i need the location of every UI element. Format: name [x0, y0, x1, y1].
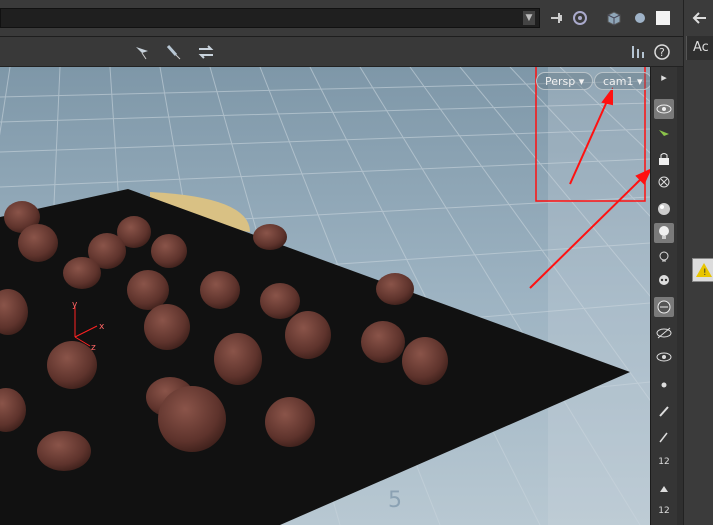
point-icon[interactable]: [654, 375, 674, 395]
axis-x-label: x: [99, 322, 105, 332]
number-display-a[interactable]: 12: [654, 452, 674, 472]
panel-tab[interactable]: Ac: [686, 36, 713, 60]
camera-view-icon[interactable]: [654, 347, 674, 367]
help-icon[interactable]: ?: [652, 43, 672, 61]
axis-z-label: z: [91, 343, 96, 353]
move-tool-icon[interactable]: [164, 43, 184, 61]
network-path-dropdown[interactable]: ▼: [0, 8, 540, 28]
svg-text:?: ?: [659, 46, 665, 59]
headlight-icon[interactable]: [654, 247, 674, 267]
light-icon[interactable]: [654, 223, 674, 243]
pin-icon[interactable]: [548, 8, 568, 28]
camera-button[interactable]: cam1 ▾: [594, 72, 650, 90]
light-off-icon[interactable]: [654, 173, 674, 193]
cube-icon[interactable]: [603, 8, 625, 28]
eye-icon[interactable]: [654, 99, 674, 119]
number-display-b[interactable]: 12: [654, 501, 674, 521]
scene-render: y x z 5: [0, 67, 650, 525]
pen-icon[interactable]: [654, 427, 674, 447]
transform-tool-icon[interactable]: [196, 43, 216, 61]
square-icon[interactable]: [653, 8, 673, 28]
visibility-icon[interactable]: [654, 323, 674, 343]
viewport-sidebar: ▸ 12 12: [650, 67, 677, 525]
right-panel: Ac !: [683, 0, 713, 525]
panel-divider[interactable]: [676, 67, 683, 525]
scene-viewport[interactable]: y x z 5 Persp ▾ cam1 ▾: [0, 67, 650, 525]
render-sphere-icon[interactable]: [654, 297, 674, 317]
warning-icon[interactable]: !: [692, 258, 713, 282]
target-icon[interactable]: [570, 8, 590, 28]
chevron-down-icon[interactable]: ▼: [523, 11, 535, 25]
back-arrow-icon[interactable]: [690, 8, 710, 28]
lock-icon[interactable]: [654, 149, 674, 169]
grid-number: 5: [388, 488, 402, 513]
top-bar: ▼: [0, 0, 713, 37]
select-tool-icon[interactable]: [132, 43, 152, 61]
select-mode-icon[interactable]: [654, 125, 674, 145]
svg-text:!: !: [703, 268, 707, 278]
sphere-icon[interactable]: [630, 8, 650, 28]
paint-icon[interactable]: [654, 477, 674, 497]
menu-arrow-icon[interactable]: ▸: [654, 67, 674, 87]
brush-icon[interactable]: [654, 401, 674, 421]
viewport-toolbar: ?: [0, 37, 683, 67]
projection-button[interactable]: Persp ▾: [536, 72, 594, 90]
axis-y-label: y: [72, 300, 78, 310]
shading-icon[interactable]: [654, 199, 674, 219]
display-options-icon[interactable]: [628, 43, 648, 61]
skull-icon[interactable]: [654, 271, 674, 291]
